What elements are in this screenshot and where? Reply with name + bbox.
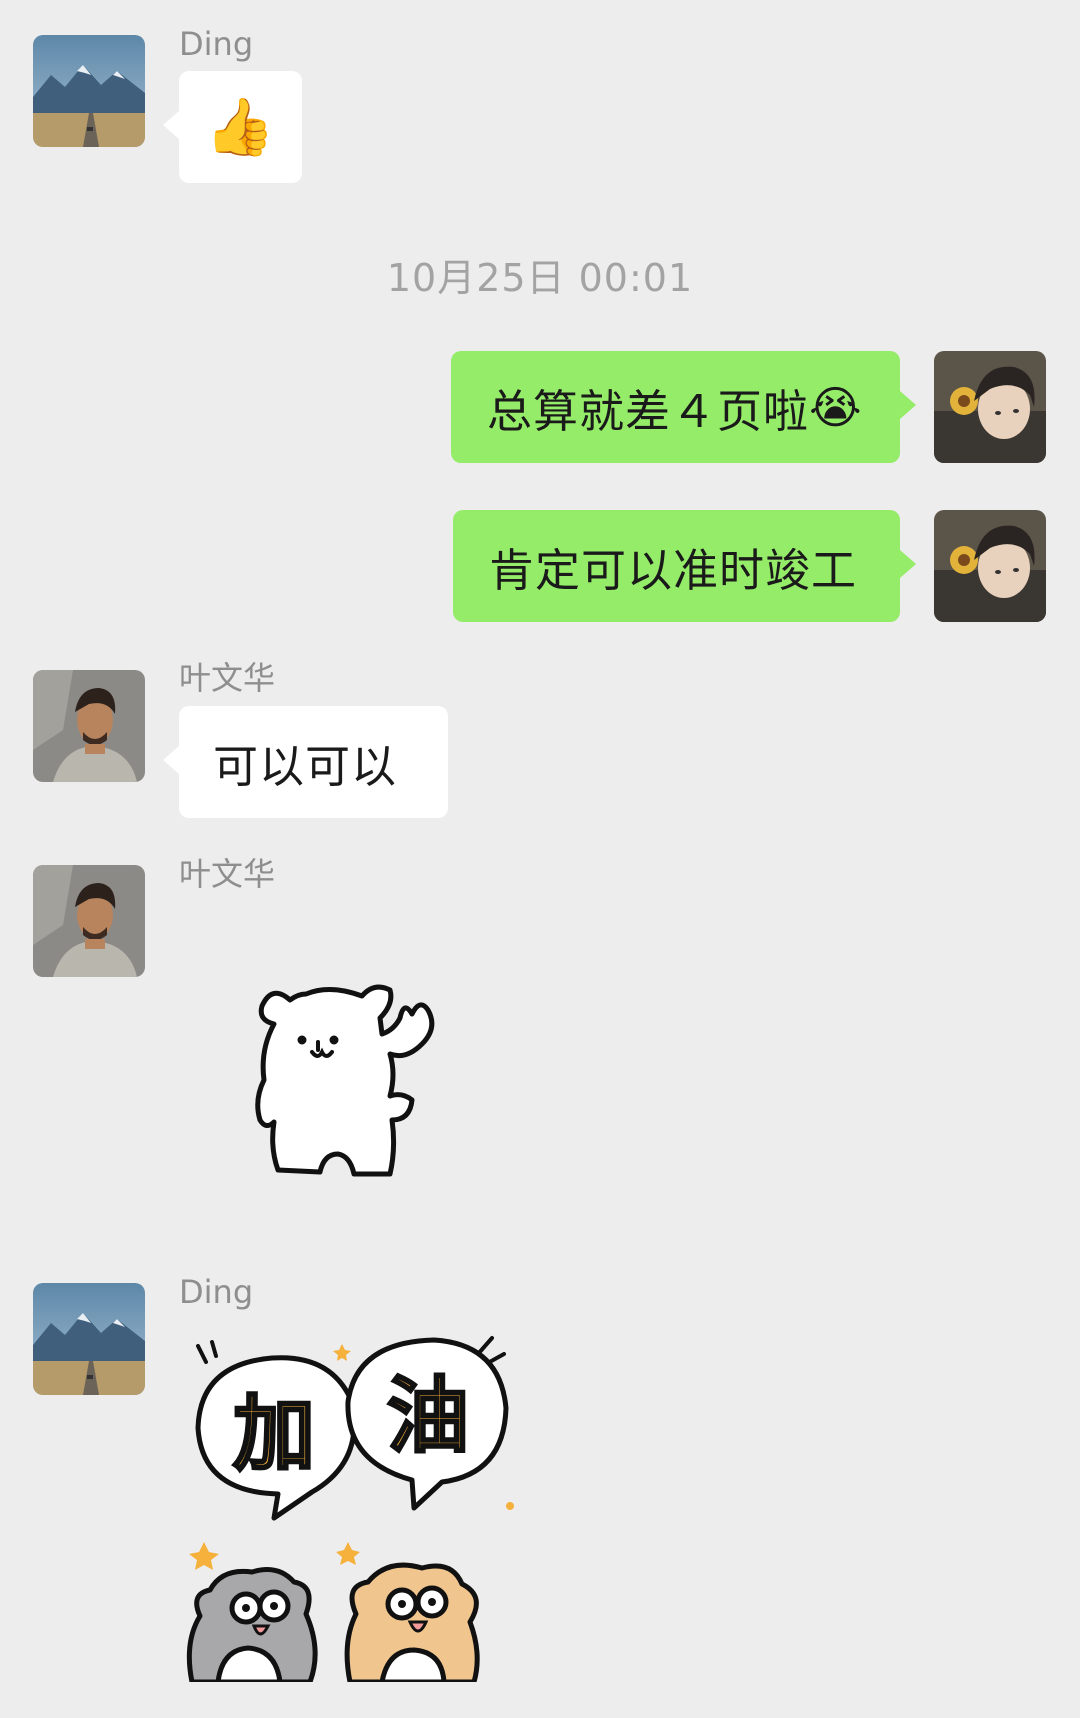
mountain-road-avatar-icon bbox=[33, 35, 145, 147]
chat-screen: { "messages": [ {"sender": "Ding", "type… bbox=[0, 0, 1080, 1718]
avatar-self[interactable] bbox=[934, 510, 1046, 622]
message-text: 肯定可以准时竣工 bbox=[489, 543, 858, 597]
boy-with-sunflower-avatar-icon bbox=[934, 351, 1046, 463]
message-bubble[interactable]: 总算就差４页啦 😭 bbox=[451, 351, 916, 463]
man-portrait-avatar-icon bbox=[33, 865, 145, 977]
sender-name: Ding bbox=[179, 25, 254, 63]
sender-name: 叶文华 bbox=[179, 855, 276, 893]
sender-name: 叶文华 bbox=[179, 659, 276, 697]
avatar-ye-wenhua[interactable] bbox=[33, 670, 145, 782]
cheering-cats-icon: 加 油 bbox=[186, 1336, 514, 1685]
avatar-ding[interactable] bbox=[33, 35, 145, 147]
message-text: 可以可以 bbox=[213, 739, 398, 793]
sticker-text-you: 油 bbox=[387, 1369, 469, 1464]
thumbs-up-emoji: 👍 bbox=[205, 95, 276, 160]
man-portrait-avatar-icon bbox=[33, 670, 145, 782]
jiayou-cats-sticker[interactable]: 加 油 bbox=[182, 1332, 542, 1685]
boy-with-sunflower-avatar-icon bbox=[934, 510, 1046, 622]
crying-emoji: 😭 bbox=[809, 380, 863, 434]
avatar-self[interactable] bbox=[934, 351, 1046, 463]
avatar-ding[interactable] bbox=[33, 1283, 145, 1395]
sender-name: Ding bbox=[179, 1273, 254, 1311]
mountain-road-avatar-icon bbox=[33, 1283, 145, 1395]
sticker-text-jia: 加 bbox=[233, 1387, 315, 1482]
message-bubble[interactable]: 可以可以 bbox=[163, 706, 448, 818]
message-text: 总算就差４页啦 bbox=[487, 384, 810, 438]
white-bear-waving-sticker[interactable] bbox=[250, 970, 470, 1185]
message-bubble[interactable]: 👍 bbox=[163, 71, 302, 183]
message-bubble[interactable]: 肯定可以准时竣工 bbox=[453, 510, 916, 622]
avatar-ye-wenhua[interactable] bbox=[33, 865, 145, 977]
timestamp: 10月25日 00:01 bbox=[386, 256, 694, 300]
bear-icon bbox=[255, 984, 435, 1177]
